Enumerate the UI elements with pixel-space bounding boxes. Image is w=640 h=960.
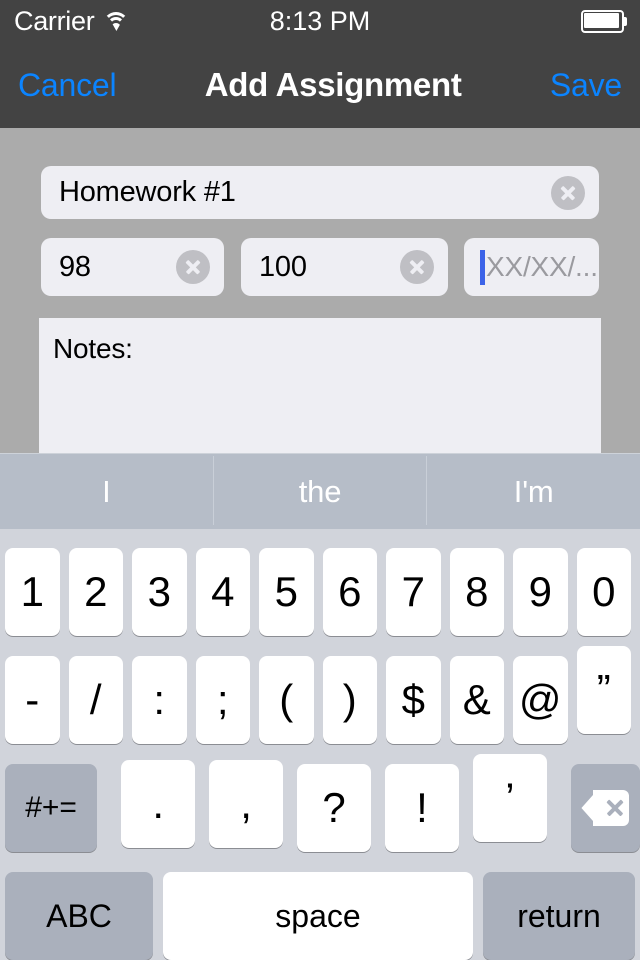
total-points-field[interactable]: 100	[241, 238, 448, 296]
due-date-field[interactable]: XX/XX/...	[464, 238, 599, 296]
key-paren-close[interactable]: )	[322, 656, 377, 744]
carrier-label: Carrier	[14, 5, 95, 36]
clear-total-points-icon[interactable]	[400, 250, 434, 284]
navigation-bar: Cancel Add Assignment Save	[0, 42, 640, 128]
key-exclamation[interactable]: !	[385, 764, 459, 852]
symbols-key[interactable]: #+=	[5, 764, 98, 852]
key-comma[interactable]: ,	[209, 760, 284, 848]
prediction-1[interactable]: the	[214, 454, 427, 529]
keyboard-row-punctuation: #+= . , ? ! ’	[0, 754, 640, 852]
battery-icon	[581, 9, 627, 33]
score-field[interactable]: 98	[41, 238, 224, 296]
key-slash[interactable]: /	[68, 656, 123, 744]
key-0[interactable]: 0	[576, 548, 631, 636]
keyboard-row-symbols: - / : ; ( ) $ & @ ”	[0, 646, 640, 744]
backspace-icon	[581, 790, 630, 826]
status-bar: Carrier 8:13 PM	[0, 0, 640, 42]
predictive-text-bar: I the I'm	[0, 453, 640, 529]
status-bar-left: Carrier	[0, 5, 130, 37]
page-title: Add Assignment	[204, 66, 462, 103]
keyboard: 1 2 3 4 5 6 7 8 9 0 - / : ; ( ) $ & @ ” …	[0, 529, 640, 960]
prediction-2[interactable]: I'm	[427, 454, 640, 529]
keyboard-row-numbers: 1 2 3 4 5 6 7 8 9 0	[0, 548, 640, 636]
prediction-0[interactable]: I	[0, 454, 213, 529]
key-colon[interactable]: :	[132, 656, 187, 744]
assignment-name-value: Homework #1	[59, 176, 236, 208]
key-1[interactable]: 1	[5, 548, 60, 636]
key-3[interactable]: 3	[132, 548, 187, 636]
space-key[interactable]: space	[163, 872, 473, 960]
key-ampersand[interactable]: &	[449, 656, 504, 744]
save-button[interactable]: Save	[550, 67, 622, 104]
form-content: Homework #1 98 100 XX/XX/... Notes:	[0, 128, 640, 453]
key-semicolon[interactable]: ;	[195, 656, 250, 744]
key-8[interactable]: 8	[449, 548, 504, 636]
key-question[interactable]: ?	[297, 764, 371, 852]
score-value: 98	[59, 250, 91, 283]
wifi-icon	[103, 12, 130, 32]
notes-textarea[interactable]: Notes:	[39, 318, 601, 453]
return-key[interactable]: return	[483, 872, 635, 960]
app-root: Carrier 8:13 PM Cancel Add Assignment Sa…	[0, 0, 640, 960]
keyboard-row-bottom: ABC space return	[0, 872, 640, 960]
key-2[interactable]: 2	[68, 548, 123, 636]
key-apostrophe[interactable]: ’	[472, 754, 547, 842]
key-dollar[interactable]: $	[386, 656, 441, 744]
key-period[interactable]: .	[121, 760, 196, 848]
key-4[interactable]: 4	[195, 548, 250, 636]
clear-score-icon[interactable]	[176, 250, 210, 284]
key-at[interactable]: @	[513, 656, 568, 744]
key-quote[interactable]: ”	[576, 646, 631, 734]
backspace-key[interactable]	[570, 764, 640, 852]
status-bar-right	[581, 9, 640, 33]
abc-key[interactable]: ABC	[5, 872, 153, 960]
assignment-name-field[interactable]: Homework #1	[41, 166, 599, 219]
notes-label: Notes:	[53, 333, 133, 364]
key-paren-open[interactable]: (	[259, 656, 314, 744]
total-points-value: 100	[259, 250, 307, 283]
cancel-button[interactable]: Cancel	[18, 67, 117, 104]
key-5[interactable]: 5	[259, 548, 314, 636]
key-6[interactable]: 6	[322, 548, 377, 636]
key-9[interactable]: 9	[513, 548, 568, 636]
clear-assignment-name-icon[interactable]	[551, 175, 585, 210]
key-hyphen[interactable]: -	[5, 656, 60, 744]
due-date-placeholder: XX/XX/...	[486, 251, 598, 282]
key-7[interactable]: 7	[386, 548, 441, 636]
